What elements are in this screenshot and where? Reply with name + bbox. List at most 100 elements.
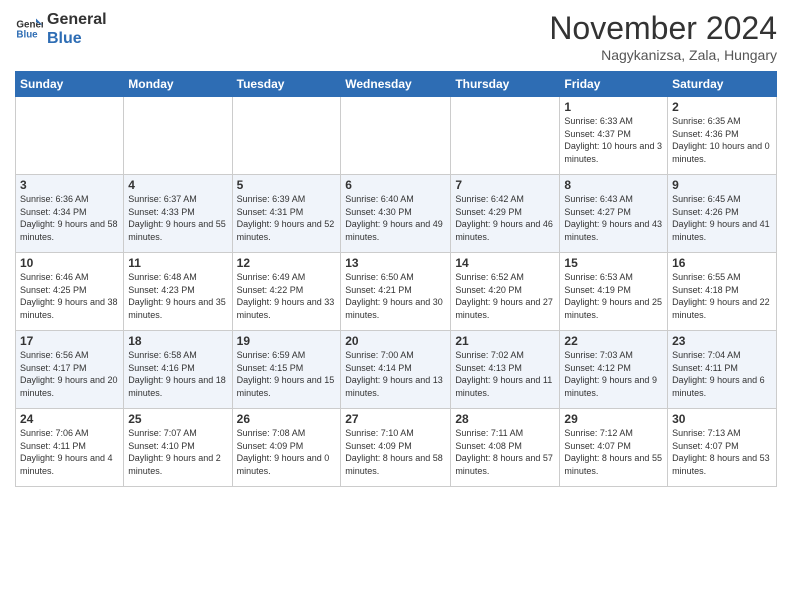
day-number: 8 bbox=[564, 178, 663, 192]
day-info: Sunrise: 7:04 AM Sunset: 4:11 PM Dayligh… bbox=[672, 349, 772, 399]
day-info: Sunrise: 6:53 AM Sunset: 4:19 PM Dayligh… bbox=[564, 271, 663, 321]
calendar-cell-w3-d6: 23Sunrise: 7:04 AM Sunset: 4:11 PM Dayli… bbox=[668, 331, 777, 409]
day-number: 5 bbox=[237, 178, 337, 192]
day-number: 3 bbox=[20, 178, 119, 192]
calendar-cell-w1-d1: 4Sunrise: 6:37 AM Sunset: 4:33 PM Daylig… bbox=[124, 175, 232, 253]
calendar-cell-w4-d6: 30Sunrise: 7:13 AM Sunset: 4:07 PM Dayli… bbox=[668, 409, 777, 487]
calendar-cell-w1-d5: 8Sunrise: 6:43 AM Sunset: 4:27 PM Daylig… bbox=[560, 175, 668, 253]
day-number: 11 bbox=[128, 256, 227, 270]
day-info: Sunrise: 6:52 AM Sunset: 4:20 PM Dayligh… bbox=[455, 271, 555, 321]
day-number: 23 bbox=[672, 334, 772, 348]
day-info: Sunrise: 6:43 AM Sunset: 4:27 PM Dayligh… bbox=[564, 193, 663, 243]
day-number: 14 bbox=[455, 256, 555, 270]
calendar-cell-w0-d6: 2Sunrise: 6:35 AM Sunset: 4:36 PM Daylig… bbox=[668, 97, 777, 175]
calendar-cell-w2-d1: 11Sunrise: 6:48 AM Sunset: 4:23 PM Dayli… bbox=[124, 253, 232, 331]
svg-text:Blue: Blue bbox=[16, 30, 38, 41]
calendar-cell-w2-d3: 13Sunrise: 6:50 AM Sunset: 4:21 PM Dayli… bbox=[341, 253, 451, 331]
day-number: 15 bbox=[564, 256, 663, 270]
day-info: Sunrise: 6:36 AM Sunset: 4:34 PM Dayligh… bbox=[20, 193, 119, 243]
day-info: Sunrise: 6:42 AM Sunset: 4:29 PM Dayligh… bbox=[455, 193, 555, 243]
calendar-cell-w4-d4: 28Sunrise: 7:11 AM Sunset: 4:08 PM Dayli… bbox=[451, 409, 560, 487]
calendar-cell-w1-d6: 9Sunrise: 6:45 AM Sunset: 4:26 PM Daylig… bbox=[668, 175, 777, 253]
col-header-wednesday: Wednesday bbox=[341, 72, 451, 97]
col-header-saturday: Saturday bbox=[668, 72, 777, 97]
day-info: Sunrise: 7:08 AM Sunset: 4:09 PM Dayligh… bbox=[237, 427, 337, 477]
day-number: 12 bbox=[237, 256, 337, 270]
logo-icon: General Blue bbox=[15, 15, 43, 43]
day-number: 18 bbox=[128, 334, 227, 348]
calendar-cell-w3-d1: 18Sunrise: 6:58 AM Sunset: 4:16 PM Dayli… bbox=[124, 331, 232, 409]
day-info: Sunrise: 7:07 AM Sunset: 4:10 PM Dayligh… bbox=[128, 427, 227, 477]
calendar-cell-w1-d4: 7Sunrise: 6:42 AM Sunset: 4:29 PM Daylig… bbox=[451, 175, 560, 253]
calendar-cell-w0-d5: 1Sunrise: 6:33 AM Sunset: 4:37 PM Daylig… bbox=[560, 97, 668, 175]
day-number: 10 bbox=[20, 256, 119, 270]
col-header-friday: Friday bbox=[560, 72, 668, 97]
day-info: Sunrise: 6:58 AM Sunset: 4:16 PM Dayligh… bbox=[128, 349, 227, 399]
calendar-cell-w4-d5: 29Sunrise: 7:12 AM Sunset: 4:07 PM Dayli… bbox=[560, 409, 668, 487]
day-info: Sunrise: 6:50 AM Sunset: 4:21 PM Dayligh… bbox=[345, 271, 446, 321]
day-info: Sunrise: 6:39 AM Sunset: 4:31 PM Dayligh… bbox=[237, 193, 337, 243]
location-subtitle: Nagykanizsa, Zala, Hungary bbox=[549, 47, 777, 63]
day-number: 24 bbox=[20, 412, 119, 426]
logo-blue: Blue bbox=[47, 29, 107, 48]
calendar-table: SundayMondayTuesdayWednesdayThursdayFrid… bbox=[15, 71, 777, 487]
day-info: Sunrise: 7:10 AM Sunset: 4:09 PM Dayligh… bbox=[345, 427, 446, 477]
calendar-cell-w0-d0 bbox=[16, 97, 124, 175]
day-number: 20 bbox=[345, 334, 446, 348]
day-info: Sunrise: 6:45 AM Sunset: 4:26 PM Dayligh… bbox=[672, 193, 772, 243]
calendar-cell-w3-d0: 17Sunrise: 6:56 AM Sunset: 4:17 PM Dayli… bbox=[16, 331, 124, 409]
month-title: November 2024 bbox=[549, 10, 777, 47]
col-header-tuesday: Tuesday bbox=[232, 72, 341, 97]
day-number: 16 bbox=[672, 256, 772, 270]
day-info: Sunrise: 6:37 AM Sunset: 4:33 PM Dayligh… bbox=[128, 193, 227, 243]
title-block: November 2024 Nagykanizsa, Zala, Hungary bbox=[549, 10, 777, 63]
day-number: 9 bbox=[672, 178, 772, 192]
day-number: 19 bbox=[237, 334, 337, 348]
day-number: 30 bbox=[672, 412, 772, 426]
calendar-cell-w1-d0: 3Sunrise: 6:36 AM Sunset: 4:34 PM Daylig… bbox=[16, 175, 124, 253]
day-info: Sunrise: 6:46 AM Sunset: 4:25 PM Dayligh… bbox=[20, 271, 119, 321]
day-number: 6 bbox=[345, 178, 446, 192]
calendar-cell-w2-d2: 12Sunrise: 6:49 AM Sunset: 4:22 PM Dayli… bbox=[232, 253, 341, 331]
logo-general: General bbox=[47, 10, 107, 29]
day-number: 26 bbox=[237, 412, 337, 426]
calendar-cell-w2-d5: 15Sunrise: 6:53 AM Sunset: 4:19 PM Dayli… bbox=[560, 253, 668, 331]
day-info: Sunrise: 6:56 AM Sunset: 4:17 PM Dayligh… bbox=[20, 349, 119, 399]
day-info: Sunrise: 7:13 AM Sunset: 4:07 PM Dayligh… bbox=[672, 427, 772, 477]
calendar-cell-w3-d2: 19Sunrise: 6:59 AM Sunset: 4:15 PM Dayli… bbox=[232, 331, 341, 409]
day-info: Sunrise: 7:02 AM Sunset: 4:13 PM Dayligh… bbox=[455, 349, 555, 399]
col-header-monday: Monday bbox=[124, 72, 232, 97]
day-info: Sunrise: 7:11 AM Sunset: 4:08 PM Dayligh… bbox=[455, 427, 555, 477]
day-info: Sunrise: 7:06 AM Sunset: 4:11 PM Dayligh… bbox=[20, 427, 119, 477]
day-number: 1 bbox=[564, 100, 663, 114]
day-number: 27 bbox=[345, 412, 446, 426]
day-info: Sunrise: 6:55 AM Sunset: 4:18 PM Dayligh… bbox=[672, 271, 772, 321]
day-number: 21 bbox=[455, 334, 555, 348]
calendar-cell-w0-d3 bbox=[341, 97, 451, 175]
day-info: Sunrise: 7:03 AM Sunset: 4:12 PM Dayligh… bbox=[564, 349, 663, 399]
calendar-cell-w2-d6: 16Sunrise: 6:55 AM Sunset: 4:18 PM Dayli… bbox=[668, 253, 777, 331]
day-number: 7 bbox=[455, 178, 555, 192]
day-number: 25 bbox=[128, 412, 227, 426]
day-info: Sunrise: 6:48 AM Sunset: 4:23 PM Dayligh… bbox=[128, 271, 227, 321]
calendar-cell-w4-d2: 26Sunrise: 7:08 AM Sunset: 4:09 PM Dayli… bbox=[232, 409, 341, 487]
day-number: 17 bbox=[20, 334, 119, 348]
calendar-cell-w0-d4 bbox=[451, 97, 560, 175]
calendar-cell-w0-d2 bbox=[232, 97, 341, 175]
day-info: Sunrise: 6:35 AM Sunset: 4:36 PM Dayligh… bbox=[672, 115, 772, 165]
calendar-cell-w3-d3: 20Sunrise: 7:00 AM Sunset: 4:14 PM Dayli… bbox=[341, 331, 451, 409]
calendar-cell-w1-d2: 5Sunrise: 6:39 AM Sunset: 4:31 PM Daylig… bbox=[232, 175, 341, 253]
day-number: 4 bbox=[128, 178, 227, 192]
day-number: 29 bbox=[564, 412, 663, 426]
day-number: 28 bbox=[455, 412, 555, 426]
calendar-cell-w0-d1 bbox=[124, 97, 232, 175]
day-number: 13 bbox=[345, 256, 446, 270]
day-info: Sunrise: 6:59 AM Sunset: 4:15 PM Dayligh… bbox=[237, 349, 337, 399]
day-info: Sunrise: 7:12 AM Sunset: 4:07 PM Dayligh… bbox=[564, 427, 663, 477]
calendar-cell-w1-d3: 6Sunrise: 6:40 AM Sunset: 4:30 PM Daylig… bbox=[341, 175, 451, 253]
calendar-cell-w3-d5: 22Sunrise: 7:03 AM Sunset: 4:12 PM Dayli… bbox=[560, 331, 668, 409]
calendar-cell-w2-d0: 10Sunrise: 6:46 AM Sunset: 4:25 PM Dayli… bbox=[16, 253, 124, 331]
calendar-cell-w4-d3: 27Sunrise: 7:10 AM Sunset: 4:09 PM Dayli… bbox=[341, 409, 451, 487]
day-info: Sunrise: 6:40 AM Sunset: 4:30 PM Dayligh… bbox=[345, 193, 446, 243]
day-info: Sunrise: 7:00 AM Sunset: 4:14 PM Dayligh… bbox=[345, 349, 446, 399]
